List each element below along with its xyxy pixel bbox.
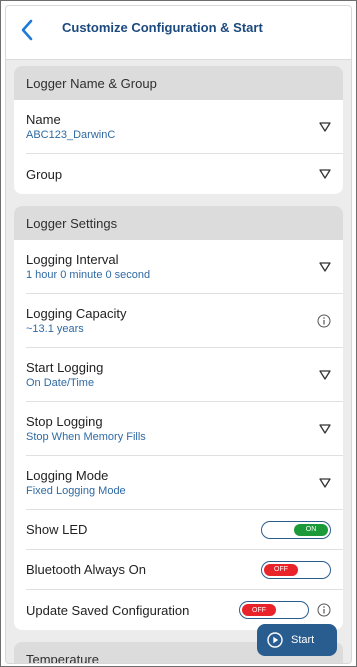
group-label: Group <box>26 166 63 182</box>
app-screen: Customize Configuration & Start Logger N… <box>5 5 352 664</box>
start-button-label: Start <box>291 634 315 646</box>
chevron-left-icon <box>21 19 33 41</box>
logging-mode-label: Logging Mode <box>26 468 109 483</box>
chevron-down-icon[interactable] <box>319 169 331 179</box>
logging-interval-row[interactable]: Logging Interval 1 hour 0 minute 0 secon… <box>26 240 343 294</box>
bluetooth-label: Bluetooth Always On <box>26 562 146 577</box>
logging-mode-value: Fixed Logging Mode <box>26 485 126 497</box>
update-config-label: Update Saved Configuration <box>26 602 190 618</box>
show-led-toggle[interactable]: ON <box>261 520 331 539</box>
name-row[interactable]: Name ABC123_DarwinC <box>26 100 343 154</box>
info-icon[interactable] <box>317 603 331 617</box>
start-logging-value: On Date/Time <box>26 377 95 389</box>
toggle-state: OFF <box>264 563 298 576</box>
logging-capacity-label: Logging Capacity <box>26 306 127 321</box>
section-header-name-group: Logger Name & Group <box>14 66 343 100</box>
section-header-settings: Logger Settings <box>14 206 343 240</box>
logger-name-group-section: Logger Name & Group Name ABC123_DarwinC … <box>14 66 343 194</box>
stop-logging-value: Stop When Memory Fills <box>26 431 146 443</box>
page-title: Customize Configuration & Start <box>62 20 263 35</box>
info-icon[interactable] <box>317 314 331 328</box>
start-logging-label: Start Logging <box>26 360 104 375</box>
chevron-down-icon[interactable] <box>319 369 331 380</box>
bluetooth-row: Bluetooth Always On OFF <box>26 550 343 590</box>
logging-capacity-value: ~13.1 years <box>26 323 84 335</box>
toggle-state: ON <box>294 523 328 536</box>
logging-mode-row[interactable]: Logging Mode Fixed Logging Mode <box>26 456 343 510</box>
play-circle-icon <box>267 632 283 648</box>
update-config-toggle[interactable]: OFF <box>239 601 309 619</box>
chevron-down-icon[interactable] <box>319 477 331 488</box>
bluetooth-toggle[interactable]: OFF <box>261 560 331 579</box>
chevron-down-icon[interactable] <box>319 261 331 272</box>
name-value: ABC123_DarwinC <box>26 129 116 141</box>
start-logging-row[interactable]: Start Logging On Date/Time <box>26 348 343 402</box>
logging-capacity-row: Logging Capacity ~13.1 years <box>26 294 343 348</box>
name-label: Name <box>26 112 61 127</box>
back-button[interactable] <box>14 16 40 44</box>
logger-settings-section: Logger Settings Logging Interval 1 hour … <box>14 206 343 630</box>
logging-interval-label: Logging Interval <box>26 252 119 267</box>
chevron-down-icon[interactable] <box>319 423 331 434</box>
chevron-down-icon[interactable] <box>319 121 331 132</box>
nav-bar: Customize Configuration & Start <box>6 6 351 60</box>
logging-interval-value: 1 hour 0 minute 0 second <box>26 269 151 281</box>
stop-logging-label: Stop Logging <box>26 414 103 429</box>
stop-logging-row[interactable]: Stop Logging Stop When Memory Fills <box>26 402 343 456</box>
toggle-state: OFF <box>242 604 276 616</box>
show-led-label: Show LED <box>26 522 88 537</box>
start-button[interactable]: Start <box>257 624 337 656</box>
show-led-row: Show LED ON <box>26 510 343 550</box>
group-row[interactable]: Group <box>26 154 343 194</box>
